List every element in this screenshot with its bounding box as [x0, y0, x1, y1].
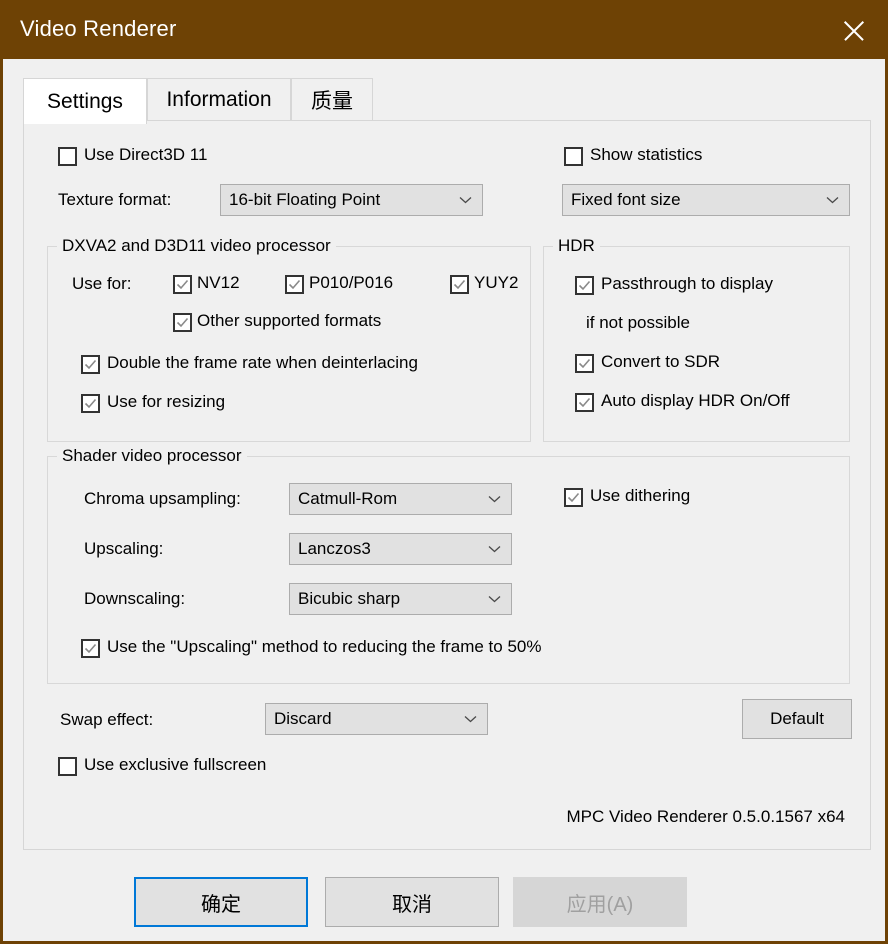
- tab-settings-label: Settings: [47, 89, 123, 113]
- cancel-button-label: 取消: [392, 893, 432, 916]
- apply-button[interactable]: 应用(A): [513, 877, 687, 927]
- checkbox-yuy2-label: YUY2: [474, 273, 519, 292]
- chevron-down-icon: [488, 546, 501, 553]
- upscaling-combo[interactable]: Lanczos3: [289, 533, 512, 565]
- chevron-down-icon: [459, 197, 472, 204]
- apply-button-label: 应用(A): [566, 893, 634, 916]
- checkbox-use-dithering-label: Use dithering: [590, 486, 691, 505]
- checkbox-box-unchecked-icon: [58, 757, 77, 776]
- checkbox-box-checked-icon: [173, 275, 192, 294]
- cancel-button[interactable]: 取消: [325, 877, 499, 927]
- downscaling-combo[interactable]: Bicubic sharp: [289, 583, 512, 615]
- hdr-group: HDR Passthrough to display if not possib…: [543, 236, 850, 442]
- hdr-group-title: HDR: [553, 236, 600, 256]
- title-bar: Video Renderer: [3, 3, 885, 59]
- chevron-down-icon: [488, 496, 501, 503]
- dxva2-group: DXVA2 and D3D11 video processor Use for:…: [47, 236, 531, 442]
- texture-format-label: Texture format:: [58, 190, 172, 209]
- checkbox-box-checked-icon: [575, 393, 594, 412]
- settings-panel: Use Direct3D 11 Show statistics Texture …: [23, 120, 871, 850]
- close-button[interactable]: [823, 3, 885, 59]
- checkbox-other-supported-formats-label: Other supported formats: [197, 311, 382, 330]
- chevron-down-icon: [464, 716, 477, 723]
- checkbox-convert-to-sdr-label: Convert to SDR: [601, 352, 721, 371]
- checkbox-exclusive-fullscreen-label: Use exclusive fullscreen: [84, 755, 267, 774]
- checkbox-box-unchecked-icon: [564, 147, 583, 166]
- shader-group: Shader video processor Chroma upsampling…: [47, 446, 850, 684]
- swap-effect-combo[interactable]: Discard: [265, 703, 488, 735]
- default-button-label: Default: [770, 709, 824, 728]
- checkbox-box-checked-icon: [81, 355, 100, 374]
- downscaling-label: Downscaling:: [84, 589, 186, 608]
- chroma-upsampling-value: Catmull-Rom: [298, 489, 398, 508]
- window-title: Video Renderer: [20, 16, 177, 41]
- swap-effect-label: Swap effect:: [60, 710, 154, 729]
- version-label: MPC Video Renderer 0.5.0.1567 x64: [566, 807, 845, 826]
- ok-button[interactable]: 确定: [134, 877, 308, 927]
- checkbox-show-statistics-label: Show statistics: [590, 145, 703, 164]
- video-renderer-window: Video Renderer Settings Information 质量 U…: [0, 0, 888, 944]
- checkbox-use-for-resizing-label: Use for resizing: [107, 392, 226, 411]
- font-size-combo[interactable]: Fixed font size: [562, 184, 850, 216]
- checkbox-box-checked-icon: [564, 488, 583, 507]
- checkbox-nv12-label: NV12: [197, 273, 240, 292]
- checkbox-box-checked-icon: [173, 313, 192, 332]
- tab-information[interactable]: Information: [147, 78, 291, 120]
- swap-effect-value: Discard: [274, 709, 332, 728]
- checkbox-box-checked-icon: [285, 275, 304, 294]
- upscaling-value: Lanczos3: [298, 539, 371, 558]
- tab-quality-label: 质量: [311, 89, 353, 113]
- checkbox-use-direct3d11-label: Use Direct3D 11: [84, 145, 208, 164]
- checkbox-use-upscaling-method-label: Use the "Upscaling" method to reducing t…: [107, 637, 542, 656]
- ok-button-label: 确定: [201, 893, 241, 916]
- checkbox-auto-display-hdr-label: Auto display HDR On/Off: [601, 391, 790, 410]
- checkbox-box-checked-icon: [81, 639, 100, 658]
- checkbox-box-unchecked-icon: [58, 147, 77, 166]
- tab-information-label: Information: [166, 87, 272, 111]
- downscaling-value: Bicubic sharp: [298, 589, 401, 608]
- upscaling-label: Upscaling:: [84, 539, 164, 558]
- checkbox-box-checked-icon: [450, 275, 469, 294]
- chroma-upsampling-label: Chroma upsampling:: [84, 489, 241, 508]
- tab-quality[interactable]: 质量: [291, 78, 373, 120]
- texture-format-value: 16-bit Floating Point: [229, 190, 381, 209]
- checkbox-box-checked-icon: [81, 394, 100, 413]
- checkbox-box-checked-icon: [575, 354, 594, 373]
- chevron-down-icon: [488, 596, 501, 603]
- checkbox-p010-p016-label: P010/P016: [309, 273, 394, 292]
- dxva2-group-title: DXVA2 and D3D11 video processor: [57, 236, 336, 256]
- default-button[interactable]: Default: [742, 699, 852, 739]
- checkbox-hdr-passthrough-label: Passthrough to display: [601, 274, 773, 293]
- use-for-label: Use for:: [72, 274, 132, 293]
- font-size-value: Fixed font size: [571, 190, 681, 209]
- chevron-down-icon: [826, 197, 839, 204]
- checkbox-box-checked-icon: [575, 276, 594, 295]
- hdr-if-not-possible-label: if not possible: [586, 313, 690, 332]
- shader-group-title: Shader video processor: [57, 446, 247, 466]
- checkbox-double-frame-rate-label: Double the frame rate when deinterlacing: [107, 353, 418, 372]
- tab-settings[interactable]: Settings: [23, 78, 147, 124]
- texture-format-combo[interactable]: 16-bit Floating Point: [220, 184, 483, 216]
- close-icon: [841, 18, 867, 44]
- chroma-upsampling-combo[interactable]: Catmull-Rom: [289, 483, 512, 515]
